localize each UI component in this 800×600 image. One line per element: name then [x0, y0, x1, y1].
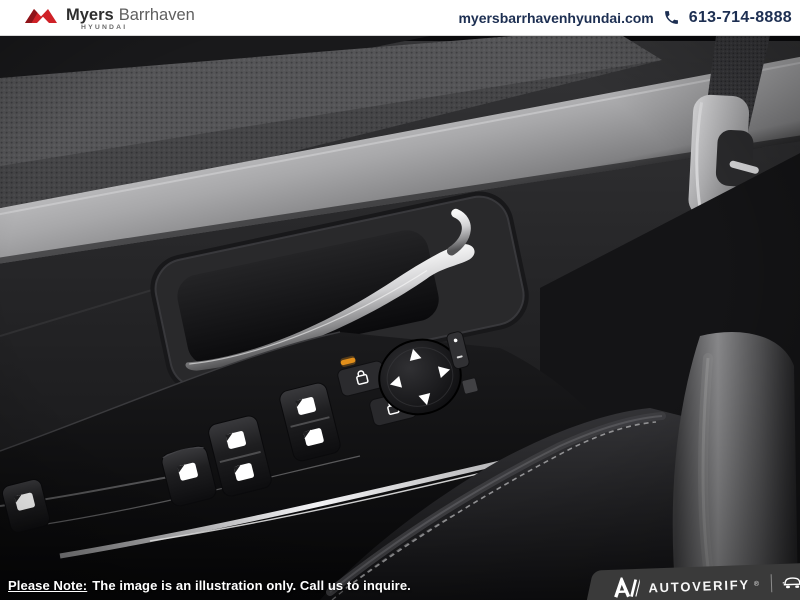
autoverify-label: AUTOVERIFY: [648, 577, 750, 596]
dealer-name-bold: Myers: [66, 6, 114, 24]
dealer-contact: myersbarrhavenhyundai.com 613-714-8888: [458, 9, 792, 27]
listing-image: Myers Barrhaven HYUNDAI myersbarrhavenhyu…: [0, 0, 800, 600]
door-panel-scene: [0, 36, 800, 600]
dealer-banner: Myers Barrhaven HYUNDAI myersbarrhavenhyu…: [0, 0, 800, 36]
dealer-sub-brand: HYUNDAI: [81, 25, 195, 32]
dealer-website: myersbarrhavenhyundai.com: [458, 10, 653, 26]
disclaimer-text: The image is an illustration only. Call …: [92, 578, 411, 593]
badge-divider: [771, 574, 773, 592]
car-icon: [782, 574, 800, 591]
phone-icon: [663, 9, 680, 26]
disclaimer-note: Please Note: The image is an illustration…: [8, 578, 411, 593]
disclaimer-label: Please Note:: [8, 578, 87, 593]
vehicle-photo: Please Note: The image is an illustration…: [0, 36, 800, 600]
myers-m-icon: [24, 7, 60, 25]
autoverify-logo-icon: [613, 577, 641, 600]
registered-mark: ®: [754, 581, 759, 588]
dealer-logo: Myers Barrhaven HYUNDAI: [24, 3, 195, 32]
dealer-phone: 613-714-8888: [689, 9, 792, 27]
dealer-name-regular: Barrhaven: [119, 6, 195, 24]
